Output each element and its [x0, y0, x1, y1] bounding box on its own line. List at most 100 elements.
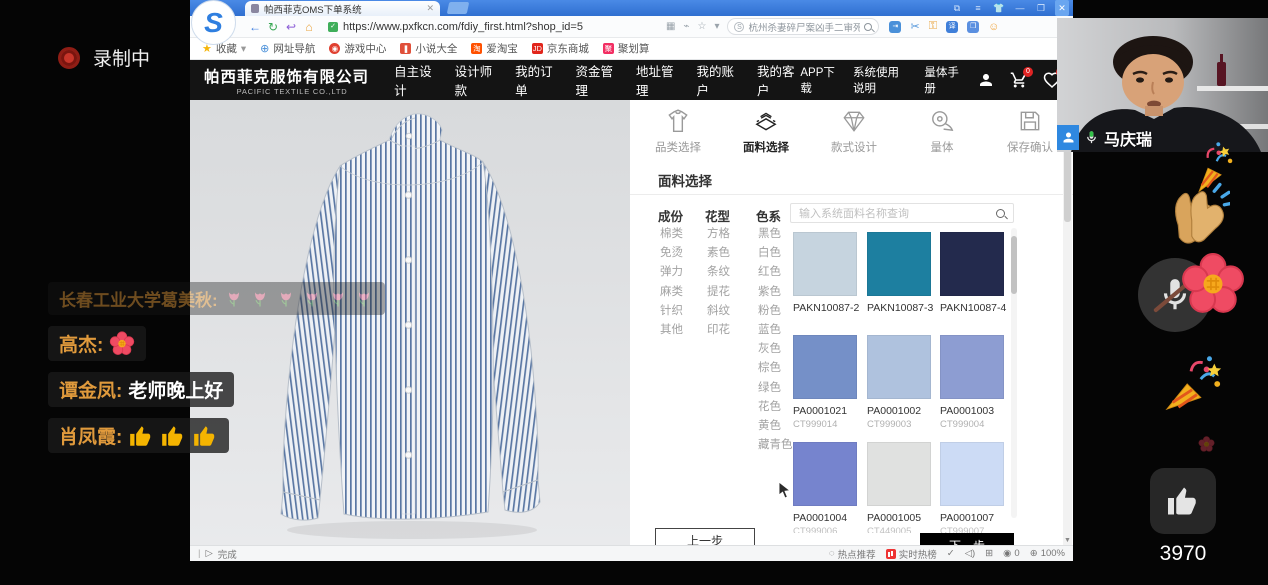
hot-search-text[interactable]: 杭州杀妻碎尸案凶手二审死刑 [748, 20, 860, 34]
scroll-down-arrow-icon[interactable]: ▼ [1063, 537, 1072, 544]
nav-item-self-design[interactable]: 自主设计 [394, 61, 437, 99]
downloads-box-icon[interactable]: ⊞ [985, 548, 993, 559]
download-manager-button[interactable]: ◉0 [1003, 548, 1020, 559]
app-download-link[interactable]: APP下载 [800, 64, 838, 96]
fabric-card[interactable]: PAKN10087-3 [867, 232, 933, 314]
filter-option[interactable]: 黄色 [758, 420, 793, 432]
filter-option[interactable]: 绿色 [758, 382, 793, 394]
filter-option[interactable]: 粉色 [758, 305, 793, 317]
fabric-card[interactable]: PAKN10087-2 [793, 232, 859, 314]
filter-option[interactable]: 条纹 [707, 266, 730, 278]
close-button[interactable]: ✕ [1055, 0, 1069, 16]
nav-item-orders[interactable]: 我的订单 [515, 61, 558, 99]
viewer-person-icon[interactable] [1057, 125, 1079, 150]
caret-icon[interactable]: ▾ [714, 21, 719, 32]
fabric-list-scrollbar[interactable] [1011, 228, 1017, 518]
smiley-icon[interactable]: ☺ [988, 21, 999, 33]
menu-icon[interactable]: ≡ [971, 0, 985, 16]
login-icon[interactable]: ⇥ [889, 21, 901, 33]
filter-option[interactable]: 素色 [707, 247, 730, 259]
screenshot-scissors-icon[interactable]: ✂ [910, 20, 919, 33]
tab-close-icon[interactable]: ✕ [426, 3, 434, 14]
hot-rank-button[interactable]: 实时热榜 [886, 547, 937, 561]
fabric-card[interactable]: PA0001004 CT999006 [793, 442, 859, 533]
fabric-swatch[interactable] [867, 232, 931, 296]
fabric-card[interactable]: PAKN10087-4 [940, 232, 1006, 314]
like-button[interactable] [1150, 468, 1216, 534]
star-icon[interactable]: ☆ [697, 21, 706, 32]
measure-guide-link[interactable]: 量体手册 [924, 64, 962, 96]
back-icon[interactable]: ← [246, 20, 264, 34]
fabric-swatch[interactable] [867, 442, 931, 506]
filter-option[interactable]: 灰色 [758, 343, 793, 355]
filter-option[interactable]: 提花 [707, 286, 730, 298]
step-fabric[interactable]: 面料选择 [726, 108, 806, 155]
nav-item-account[interactable]: 我的账户 [696, 61, 739, 99]
browser-search-box[interactable]: S 杭州杀妻碎尸案凶手二审死刑 [727, 18, 879, 35]
skin-icon[interactable]: 👕 [992, 0, 1006, 16]
fabric-swatch[interactable] [793, 335, 857, 399]
cart-icon[interactable]: 0 [1010, 71, 1028, 89]
nav-item-address[interactable]: 地址管理 [636, 61, 679, 99]
browser-tab[interactable]: 帕西菲克OMS下单系统 ✕ [245, 1, 440, 16]
bookmark-juhuasuan[interactable]: 聚 聚划算 [603, 41, 650, 56]
filter-option[interactable]: 藏青色 [758, 439, 793, 451]
filter-option[interactable]: 方格 [707, 228, 730, 240]
fabric-swatch[interactable] [940, 232, 1004, 296]
tab-count-icon[interactable]: ⧉ [950, 0, 964, 16]
filter-option[interactable]: 斜纹 [707, 305, 730, 317]
bookmark-game-center[interactable]: ◉ 游戏中心 [329, 41, 386, 56]
filter-option[interactable]: 其他 [660, 324, 683, 336]
fabric-swatch[interactable] [940, 335, 1004, 399]
refresh-icon[interactable]: ↻ [264, 20, 282, 34]
undo-icon[interactable]: ↩ [282, 20, 300, 34]
fabric-swatch[interactable] [867, 335, 931, 399]
filter-option[interactable]: 麻类 [660, 286, 683, 298]
hot-recommend-button[interactable]: ◌热点推荐 [829, 547, 876, 561]
flash-icon[interactable]: ⌁ [683, 21, 689, 32]
filter-option[interactable]: 蓝色 [758, 324, 793, 336]
address-bar[interactable]: ✓ https://www.pxfkcn.com/fdiy_first.html… [322, 18, 652, 35]
check-circle-icon[interactable]: ✓ [947, 548, 955, 559]
bookmark-taobao[interactable]: 淘 爱淘宝 [471, 41, 518, 56]
windows-icon[interactable]: ❒ [967, 21, 979, 33]
nav-item-designer[interactable]: 设计师款 [455, 61, 498, 99]
bookmark-novels[interactable]: ❚ 小说大全 [400, 41, 457, 56]
bookmark-jd[interactable]: JD 京东商城 [532, 41, 589, 56]
step-measure[interactable]: 量体 [902, 108, 982, 155]
nav-item-customers[interactable]: 我的客户 [757, 61, 800, 99]
fabric-card[interactable]: PA0001003 CT999004 [940, 335, 1006, 430]
filter-option[interactable]: 白色 [758, 247, 793, 259]
fabric-swatch[interactable] [793, 232, 857, 296]
minimize-button[interactable]: — [1013, 0, 1027, 16]
step-category[interactable]: 品类选择 [638, 108, 718, 155]
fabric-swatch[interactable] [793, 442, 857, 506]
speaker-icon[interactable]: ◁) [965, 548, 975, 559]
new-tab-button[interactable] [447, 2, 470, 14]
sogou-logo[interactable]: S [191, 0, 236, 45]
prev-step-button[interactable]: 上一步 [655, 528, 755, 545]
fabric-card[interactable]: PA0001021 CT999014 [793, 335, 859, 430]
filter-option[interactable]: 免烫 [660, 247, 683, 259]
next-step-button[interactable]: 下一步 [920, 533, 1014, 545]
fabric-swatch[interactable] [940, 442, 1004, 506]
webcam-video[interactable]: 马庆瑞 [1057, 18, 1268, 152]
manual-link[interactable]: 系统使用说明 [853, 64, 909, 96]
browser-scrollbar[interactable]: ▼ [1063, 100, 1072, 545]
filter-option[interactable]: 针织 [660, 305, 683, 317]
fabric-search-input[interactable]: 输入系统面料名称查询 [790, 203, 1014, 223]
filter-option[interactable]: 红色 [758, 266, 793, 278]
home-icon[interactable]: ⌂ [300, 20, 318, 34]
translate-icon[interactable]: 译 [946, 21, 958, 33]
company-logo[interactable]: 帕西菲克服饰有限公司 PACIFIC TEXTILE CO.,LTD [204, 65, 380, 96]
filter-option[interactable]: 棉类 [660, 228, 683, 240]
maximize-button[interactable]: ❐ [1034, 0, 1048, 16]
filter-option[interactable]: 弹力 [660, 266, 683, 278]
filter-option[interactable]: 花色 [758, 401, 793, 413]
zoom-control[interactable]: ⊕100% [1030, 548, 1065, 559]
fabric-card[interactable]: PA0001005 CT449005 [867, 442, 933, 533]
url-text[interactable]: https://www.pxfkcn.com/fdiy_first.html?s… [343, 21, 583, 33]
search-icon[interactable] [864, 23, 872, 31]
reader-icon[interactable]: ▦ [666, 21, 675, 32]
key-icon[interactable]: ⚿ [929, 20, 937, 33]
